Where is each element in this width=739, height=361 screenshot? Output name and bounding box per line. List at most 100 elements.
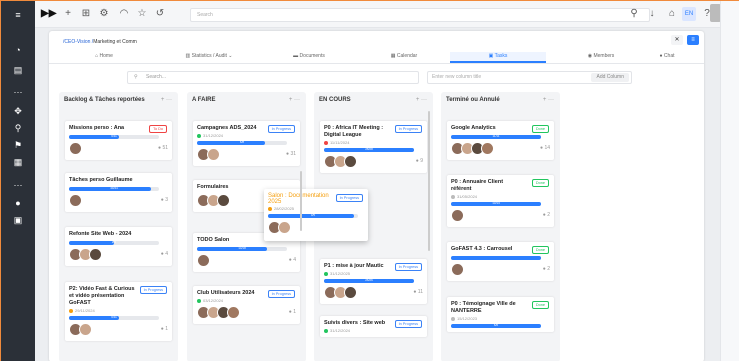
more-icon[interactable]: ··· <box>12 179 24 191</box>
breadcrumb: /CEO-Vision /Marketing et Comm <box>63 39 137 45</box>
flag-icon[interactable]: ⚑ <box>12 139 24 151</box>
task-card[interactable]: Refonte Site Web - 2024 2/4 ● 4 <box>65 227 172 266</box>
task-card[interactable]: Suivis divers : Site web In Progress 31/12… <box>320 316 427 337</box>
search-icon[interactable]: ⚲ <box>627 7 641 21</box>
progress-bar: 2/4 <box>69 240 159 245</box>
avatar[interactable] <box>217 194 230 207</box>
more-icon[interactable]: ··· <box>12 86 24 98</box>
assignees <box>197 194 230 209</box>
search-icon[interactable]: ⚲ <box>12 122 24 134</box>
breadcrumb-path[interactable]: /CEO-Vision / <box>63 39 93 45</box>
avatar[interactable] <box>344 286 357 299</box>
history-icon[interactable]: ↺ <box>153 7 167 21</box>
card-title: Suivis divers : Site web <box>324 320 386 326</box>
card-date: 11/11/2024 <box>324 140 423 145</box>
tab-documents[interactable]: ▬ Documents <box>254 52 364 63</box>
office-icon[interactable]: ⌂ <box>665 7 679 21</box>
avatar[interactable] <box>197 254 210 267</box>
assignees <box>324 286 357 301</box>
progress-bar: 28/28 <box>324 147 414 152</box>
list-view-icon[interactable]: ≡ <box>687 35 699 45</box>
status-badge: In Progress <box>267 290 295 298</box>
avatar[interactable] <box>451 209 464 222</box>
menu-icon[interactable]: ≡ <box>12 9 24 21</box>
calendar-icon[interactable]: ▦ <box>12 156 24 168</box>
kanban-search-input[interactable]: ⚲ Search... <box>127 71 419 84</box>
star-icon[interactable]: ☆ <box>135 7 149 21</box>
settings-icon[interactable]: ⚙ <box>97 7 111 21</box>
download-icon[interactable]: ↓ <box>645 7 659 21</box>
tab-tasks[interactable]: ▣ Tasks <box>450 52 546 63</box>
comment-count: ● 14 <box>540 145 550 151</box>
avatar[interactable] <box>69 142 82 155</box>
column-scrollbar[interactable] <box>300 171 302 231</box>
card-date: 31/12/2024 <box>324 328 423 333</box>
global-search-input[interactable]: Search <box>190 8 650 22</box>
task-card[interactable]: P2: Vidéo Fast & Curious et vidéo présen… <box>65 282 172 341</box>
task-card[interactable]: P0 : Annuaire Client référent Done 31/05/2… <box>447 175 554 227</box>
task-card[interactable]: P0 : Africa IT Meeting : Digital League I… <box>320 121 427 173</box>
chat-icon[interactable]: ● <box>12 197 24 209</box>
card-title: Campagnes ADS_2024 <box>197 125 257 131</box>
task-card[interactable]: Campagnes ADS_2024 In Progress 31/12/2024 6… <box>193 121 300 166</box>
search-icon: ⚲ <box>134 74 138 80</box>
column-controls[interactable]: + ··· <box>416 97 427 103</box>
task-card[interactable]: Missions perso : Ana To Do 6/11 ● 51 <box>65 121 172 160</box>
list-icon[interactable]: ▤ <box>12 64 24 76</box>
breadcrumb-current: Marketing et Comm <box>93 39 137 45</box>
avatar[interactable] <box>481 142 494 155</box>
task-card[interactable]: P0 : Témoignage Ville de NANTERRE Done 15/… <box>447 297 554 332</box>
card-title: P0 : Témoignage Ville de NANTERRE <box>451 301 516 314</box>
task-card[interactable]: Google Analytics Done 11/11 ● 14 <box>447 121 554 160</box>
status-badge: Done <box>531 246 549 254</box>
card-title: P0 : Annuaire Client référent <box>451 179 504 192</box>
network-icon[interactable]: ✥ <box>12 105 24 117</box>
dashboard-icon[interactable]: ◔ <box>12 44 24 56</box>
column-controls[interactable]: + ··· <box>543 97 554 103</box>
comment-count: ● 9 <box>415 158 423 164</box>
tab-calendar[interactable]: ▦ Calendar <box>349 52 459 63</box>
comment-icon: ● <box>160 251 166 257</box>
avatar[interactable] <box>278 221 291 234</box>
task-card[interactable]: GoFAST 4.3 : Carrousel Done ● 2 <box>447 242 554 281</box>
comment-icon: ● <box>540 145 545 151</box>
progress-bar: 0/5 <box>268 213 358 218</box>
avatar[interactable] <box>79 323 92 336</box>
avatar[interactable] <box>451 263 464 276</box>
task-card[interactable]: P1 : mise à jour Mautic In Progress 31/12/… <box>320 259 427 304</box>
card-title: P1 : mise à jour Mautic <box>324 263 384 269</box>
comment-icon: ● <box>160 326 166 332</box>
dragged-card-title: Salon : Documentation 2025 <box>268 193 329 205</box>
column-controls[interactable]: + ··· <box>161 97 172 103</box>
new-column-input[interactable]: Enter new column title Add Column <box>427 71 632 84</box>
doc-icon[interactable]: ▣ <box>12 214 24 226</box>
task-card[interactable]: Tâches perso Guillaume 40/44 ● 3 <box>65 173 172 212</box>
avatar[interactable] <box>69 194 82 207</box>
structure-icon[interactable]: ⊞ <box>79 7 93 21</box>
collapse-icon[interactable]: ✕ <box>671 35 683 45</box>
assignees <box>69 194 82 209</box>
plus-icon[interactable]: + <box>61 7 75 21</box>
assignees <box>69 142 82 157</box>
card-date: 28/02/2025 <box>268 206 364 211</box>
card-title: Tâches perso Guillaume <box>69 177 133 183</box>
dragged-card[interactable]: Salon : Documentation 2025 In Progress 2… <box>264 189 368 241</box>
avatar[interactable] <box>89 248 102 261</box>
progress-bar: 14/18 <box>197 246 287 251</box>
column-controls[interactable]: + ··· <box>289 97 300 103</box>
tab-home[interactable]: ⌂ Home <box>69 52 139 63</box>
add-column-button[interactable]: Add Column <box>591 73 629 82</box>
assignees <box>69 323 92 338</box>
column-scrollbar[interactable] <box>428 111 430 251</box>
avatar[interactable] <box>207 148 220 161</box>
comment-icon: ● <box>288 309 294 315</box>
rss-icon[interactable]: ◠ <box>117 7 131 21</box>
progress-bar: 11/11 <box>451 134 541 139</box>
tab-chat[interactable]: ● Chat <box>637 52 697 63</box>
avatar[interactable] <box>227 306 240 319</box>
forward-icon[interactable]: ▶▶ <box>41 7 56 21</box>
task-card[interactable]: Club Utilisateurs 2024 In Progress 03/12/2… <box>193 286 300 324</box>
avatar[interactable] <box>344 155 357 168</box>
tab-statistics[interactable]: ▥ Statistics / Audit ⌄ <box>154 52 264 63</box>
language-selector[interactable]: EN <box>682 7 696 21</box>
